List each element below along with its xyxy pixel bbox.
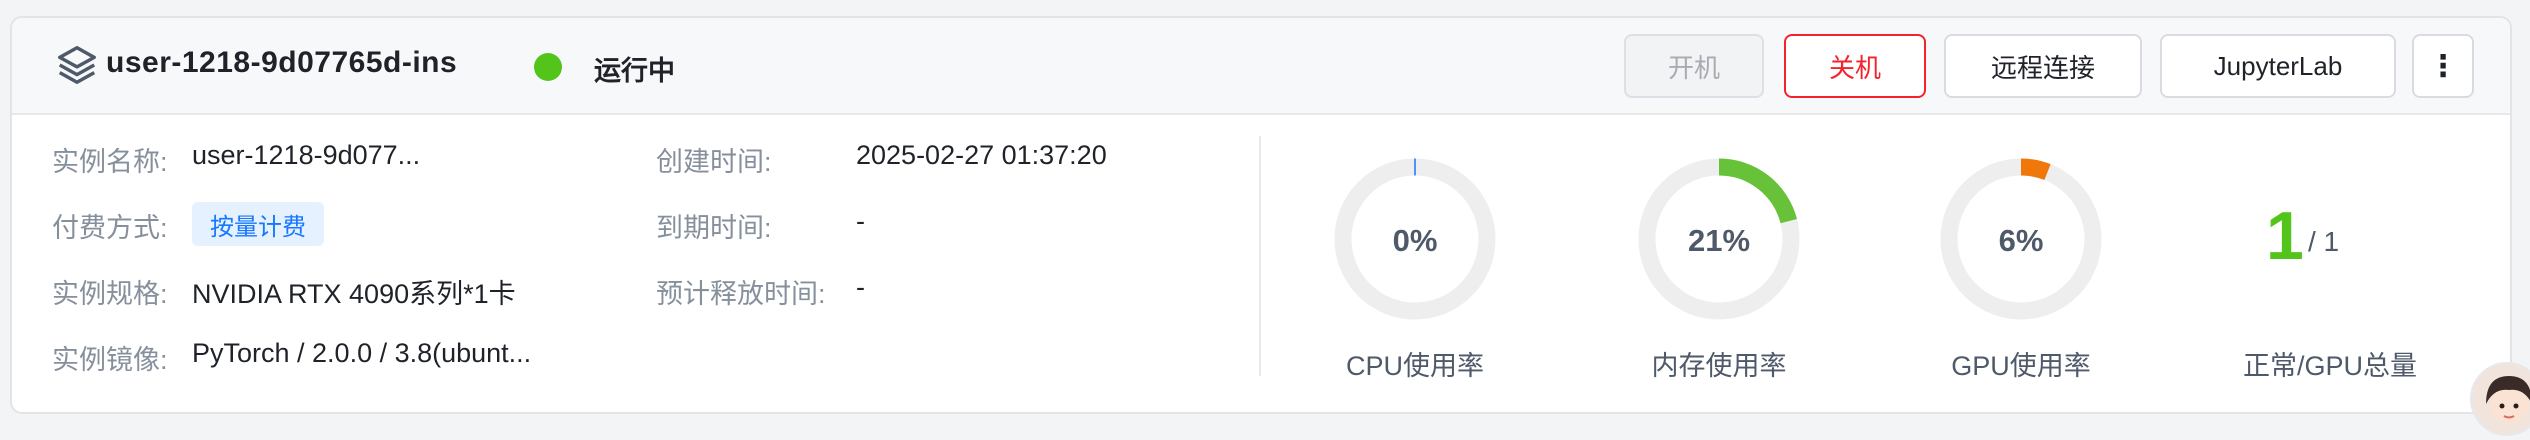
avatar[interactable] (2470, 362, 2530, 436)
status-dot-icon (534, 53, 562, 81)
spec-value: NVIDIA RTX 4090系列*1卡 (192, 279, 516, 309)
spec-label: 实例规格: (52, 279, 168, 309)
section-divider (1259, 136, 1261, 376)
expire-label: 到期时间: (656, 213, 772, 243)
card-header: user-1218-9d07765d-ins 运行中 开机 关机 远程连接 Ju… (12, 18, 2510, 115)
created-value: 2025-02-27 01:37:20 (856, 140, 1107, 170)
jupyterlab-button[interactable]: JupyterLab (2160, 34, 2396, 98)
billing-label: 付费方式: (52, 213, 168, 243)
memory-usage-value: 21% (1687, 223, 1751, 258)
instance-name-label: 实例名称: (52, 147, 168, 177)
gpu-count-label: 正常/GPU总量 (2242, 351, 2417, 381)
start-button[interactable]: 开机 (1624, 34, 1764, 98)
cpu-usage-label: CPU使用率 (1345, 351, 1484, 381)
instance-title: user-1218-9d07765d-ins (106, 46, 458, 79)
more-vertical-icon[interactable]: ⋮ (2412, 34, 2474, 98)
release-label: 预计释放时间: (656, 279, 826, 309)
remote-connect-button[interactable]: 远程连接 (1944, 34, 2142, 98)
cpu-usage-value: 0% (1392, 223, 1438, 258)
gpu-usage-label: GPU使用率 (1951, 351, 2091, 381)
gpu-total-count: / 1 (2308, 226, 2340, 257)
created-label: 创建时间: (656, 147, 772, 177)
gpu-normal-count: 1 (2266, 198, 2304, 274)
image-label: 实例镜像: (52, 345, 168, 375)
image-value: PyTorch / 2.0.0 / 3.8(ubunt... (192, 338, 532, 368)
layers-icon (58, 46, 96, 84)
instance-card: user-1218-9d07765d-ins 运行中 开机 关机 远程连接 Ju… (10, 16, 2512, 414)
stop-button[interactable]: 关机 (1784, 34, 1926, 98)
memory-usage-label: 内存使用率 (1651, 351, 1787, 381)
expire-value: - (856, 206, 865, 236)
billing-tag: 按量计费 (192, 202, 324, 246)
gpu-usage-value: 6% (1998, 223, 2044, 258)
instance-name-value: user-1218-9d077... (192, 140, 421, 170)
release-value: - (856, 272, 865, 302)
status-text: 运行中 (594, 56, 675, 86)
